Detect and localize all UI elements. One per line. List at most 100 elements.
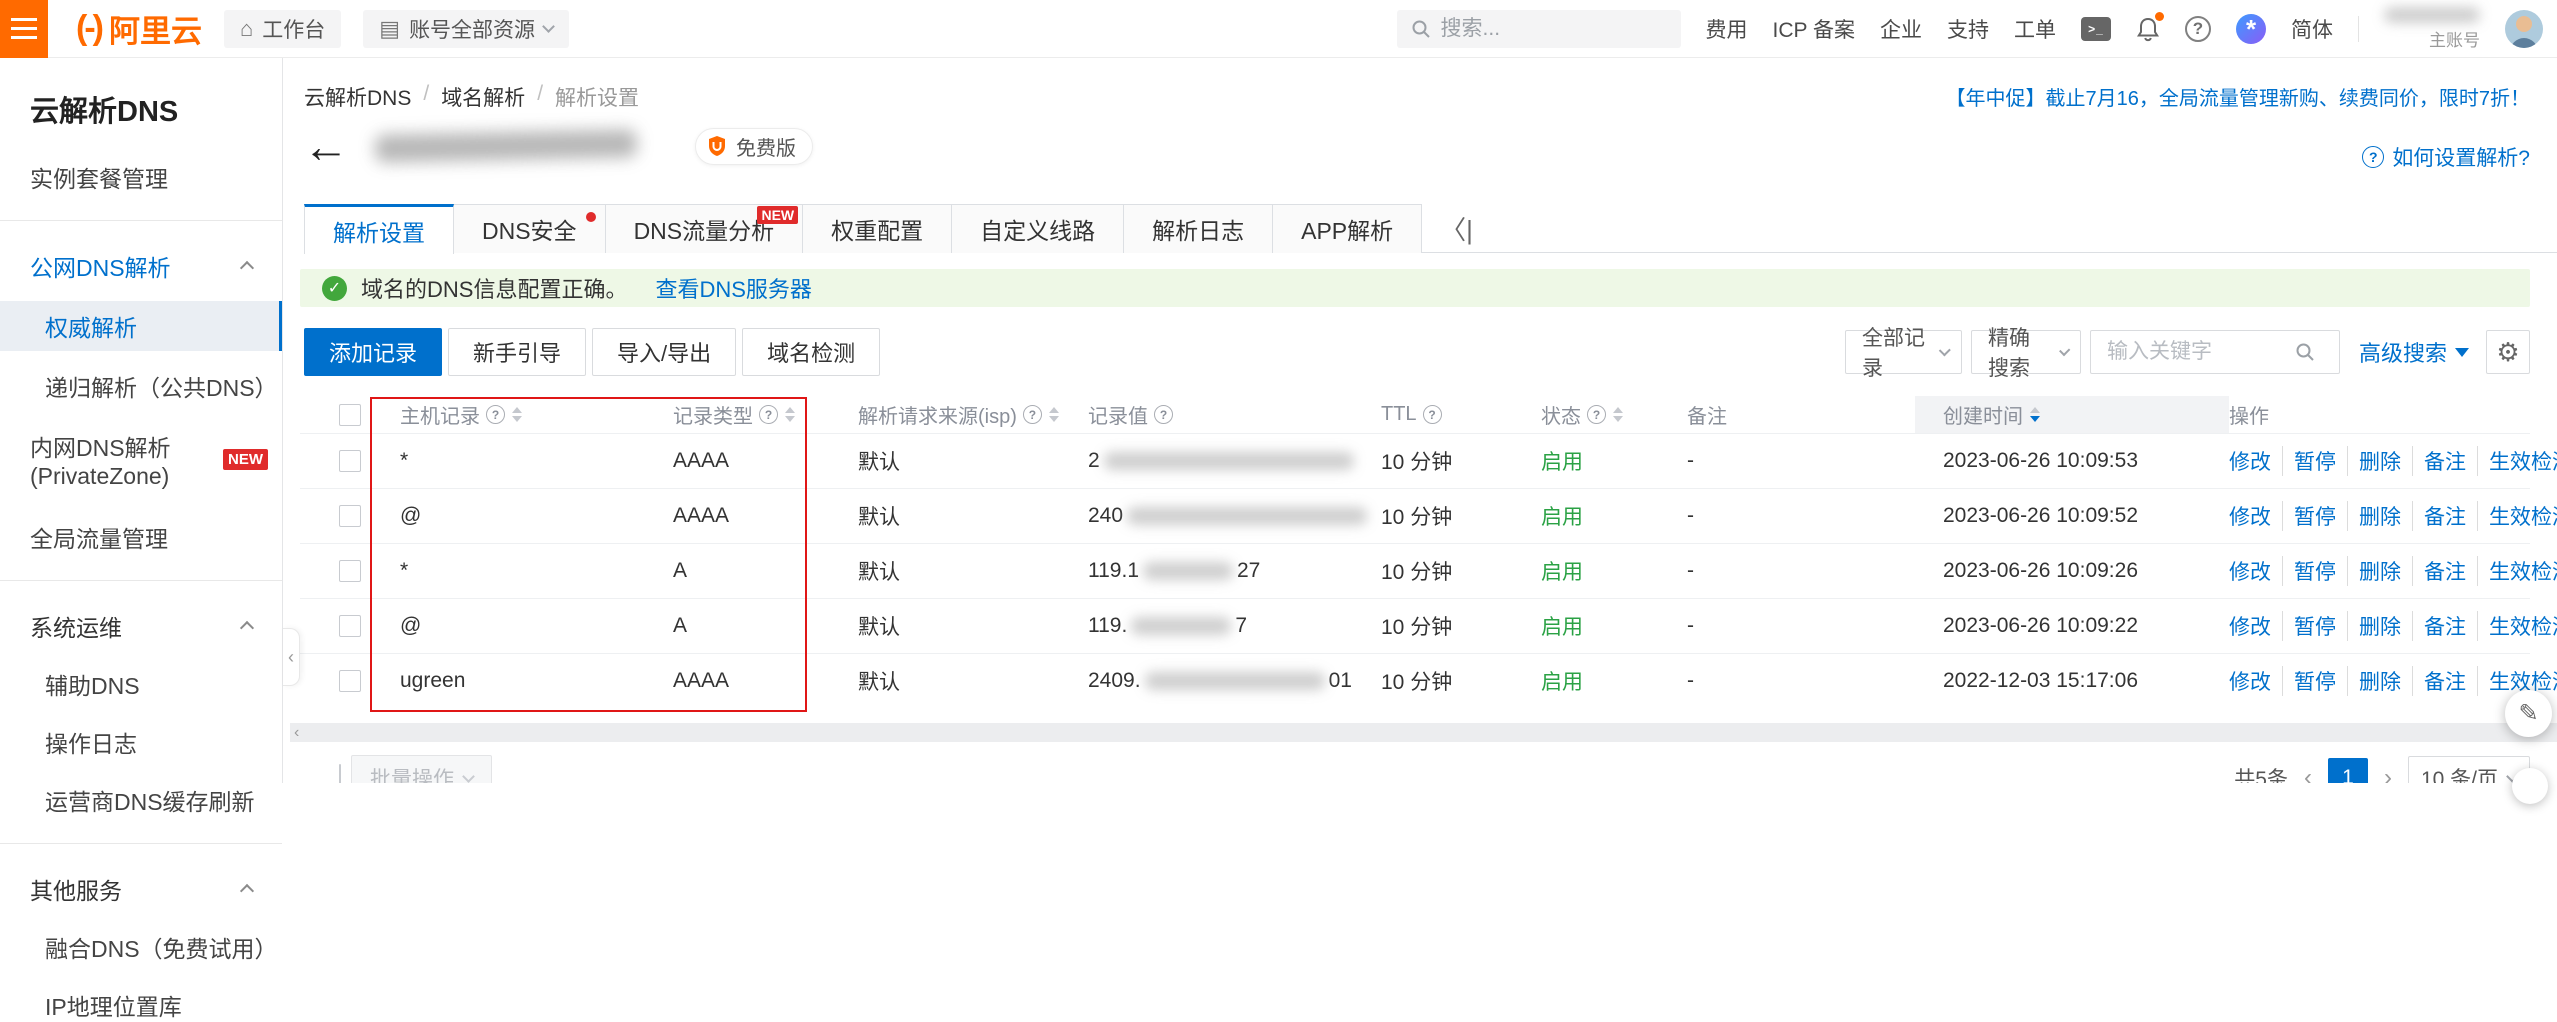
sidebar-item-fusion-dns[interactable]: 融合DNS（免费试用） [45,930,282,964]
help-icon[interactable]: ? [486,405,505,424]
sort-icon[interactable] [1049,407,1059,422]
import-export-button[interactable]: 导入/导出 [592,328,736,376]
tab-app-dns[interactable]: APP解析 [1272,204,1422,253]
sidebar-item-ip-geo-library[interactable]: IP地理位置库 [45,988,282,1022]
tab-dns-settings[interactable]: 解析设置 [304,204,454,254]
sort-icon[interactable] [785,407,795,422]
cloudshell-icon[interactable]: >_ [2081,17,2111,41]
tab-custom-lines[interactable]: 自定义线路 [951,204,1124,253]
floating-button-partial[interactable] [2512,768,2548,804]
tab-dns-logs[interactable]: 解析日志 [1123,204,1273,253]
record-filter-select[interactable]: 全部记录 [1845,330,1962,374]
sidebar-collapse-handle[interactable]: ‹ [283,628,300,686]
sidebar-item-plan-management[interactable]: 实例套餐管理 [30,160,282,194]
account-resources-dropdown[interactable]: ▤ 账号全部资源 [363,10,569,48]
column-type[interactable]: 记录类型 ? [673,400,858,429]
sidebar-item-gtm[interactable]: 全局流量管理 [30,520,282,554]
nav-billing[interactable]: 费用 [1706,14,1748,44]
nav-tickets[interactable]: 工单 [2014,14,2056,44]
back-arrow-icon[interactable]: ← [303,123,349,169]
nav-icp[interactable]: ICP 备案 [1773,14,1855,44]
pause-link[interactable]: 暂停 [2282,446,2336,476]
sidebar-item-aux-dns[interactable]: 辅助DNS [45,667,282,701]
sort-icon[interactable] [1613,407,1623,422]
hamburger-menu-icon[interactable] [0,0,48,58]
modify-link[interactable]: 修改 [2229,666,2271,696]
advanced-search-link[interactable]: 高级搜索 [2359,336,2469,368]
sidebar-item-operation-log[interactable]: 操作日志 [45,725,282,759]
sidebar-item-private-zone[interactable]: 内网DNS解析 (PrivateZone) [30,429,223,490]
delete-link[interactable]: 删除 [2347,556,2401,586]
row-checkbox[interactable] [339,560,361,582]
row-checkbox[interactable] [339,615,361,637]
sidebar-item-isp-cache-refresh[interactable]: 运营商DNS缓存刷新 [45,783,282,817]
pause-link[interactable]: 暂停 [2282,501,2336,531]
pause-link[interactable]: 暂停 [2282,666,2336,696]
effect-check-link[interactable]: 生效检测 [2477,611,2557,641]
page-size-select[interactable]: 10 条/页 [2408,756,2530,783]
tab-weight-config[interactable]: 权重配置 [802,204,952,253]
column-status[interactable]: 状态 ? [1541,400,1687,429]
delete-link[interactable]: 删除 [2347,501,2401,531]
keyword-input[interactable] [2107,340,2287,364]
beginner-guide-button[interactable]: 新手引导 [448,328,586,376]
modify-link[interactable]: 修改 [2229,446,2271,476]
promo-link[interactable]: 【年中促】截止7月16，全局流量管理新购、续费同价，限时7折！ [1946,82,2531,111]
footer-select-all-checkbox[interactable] [339,764,341,783]
remark-link[interactable]: 备注 [2412,501,2466,531]
delete-link[interactable]: 删除 [2347,446,2401,476]
row-checkbox[interactable] [339,670,361,692]
remark-link[interactable]: 备注 [2412,666,2466,696]
next-page-icon[interactable]: › [2384,764,2392,783]
tabs-collapse-icon[interactable]: 〈| [1440,204,1473,252]
prev-page-icon[interactable]: ‹ [2304,764,2312,783]
settings-button[interactable]: ⚙ [2486,330,2530,374]
modify-link[interactable]: 修改 [2229,501,2271,531]
tab-dns-security[interactable]: DNS安全 [453,204,606,253]
global-search-input[interactable] [1441,17,1651,41]
select-all-checkbox[interactable] [339,404,361,426]
sidebar-item-recursive-dns[interactable]: 递归解析（公共DNS） [45,369,282,403]
batch-actions-button[interactable]: 批量操作 [351,755,492,783]
delete-link[interactable]: 删除 [2347,611,2401,641]
help-icon[interactable]: ? [1587,405,1606,424]
notifications-button[interactable] [2136,16,2160,42]
remark-link[interactable]: 备注 [2412,611,2466,641]
row-checkbox[interactable] [339,505,361,527]
sidebar-group-system-ops[interactable]: 系统运维 [30,609,252,643]
pause-link[interactable]: 暂停 [2282,611,2336,641]
sort-icon[interactable] [512,407,522,422]
sidebar-group-public-dns[interactable]: 公网DNS解析 [30,249,252,283]
page-number[interactable]: 1 [2328,758,2368,783]
search-mode-select[interactable]: 精确搜索 [1971,330,2081,374]
app-center-icon[interactable]: * [2236,14,2266,44]
remark-link[interactable]: 备注 [2412,556,2466,586]
breadcrumb-item[interactable]: 域名解析 [441,82,525,112]
remark-link[interactable]: 备注 [2412,446,2466,476]
effect-check-link[interactable]: 生效检测 [2477,501,2557,531]
effect-check-link[interactable]: 生效检测 [2477,556,2557,586]
aliyun-logo[interactable]: (-) 阿里云 [76,6,202,51]
effect-check-link[interactable]: 生效检测 [2477,446,2557,476]
domain-check-button[interactable]: 域名检测 [742,328,880,376]
scroll-left-icon[interactable]: ‹ [294,724,299,742]
sidebar-group-other-services[interactable]: 其他服务 [30,872,252,906]
feedback-edit-button[interactable]: ✎ [2505,690,2552,737]
tab-dns-traffic-analysis[interactable]: DNS流量分析 NEW [605,204,804,253]
view-dns-servers-link[interactable]: 查看DNS服务器 [655,272,811,304]
help-icon[interactable]: ? [2185,16,2211,42]
help-icon[interactable]: ? [1423,405,1442,424]
help-icon[interactable]: ? [1023,405,1042,424]
add-record-button[interactable]: 添加记录 [304,328,442,376]
nav-support[interactable]: 支持 [1947,14,1989,44]
language-switch[interactable]: 简体 [2291,14,2333,44]
column-created[interactable]: 创建时间 [1915,396,2229,433]
help-icon[interactable]: ? [759,405,778,424]
column-isp[interactable]: 解析请求来源(isp) ? [858,400,1088,429]
modify-link[interactable]: 修改 [2229,556,2271,586]
account-info[interactable]: 主账号 [2384,7,2480,51]
breadcrumb-item[interactable]: 云解析DNS [304,82,411,112]
sort-icon-active[interactable] [2030,407,2040,422]
delete-link[interactable]: 删除 [2347,666,2401,696]
horizontal-scrollbar[interactable]: ‹ [290,723,2557,742]
